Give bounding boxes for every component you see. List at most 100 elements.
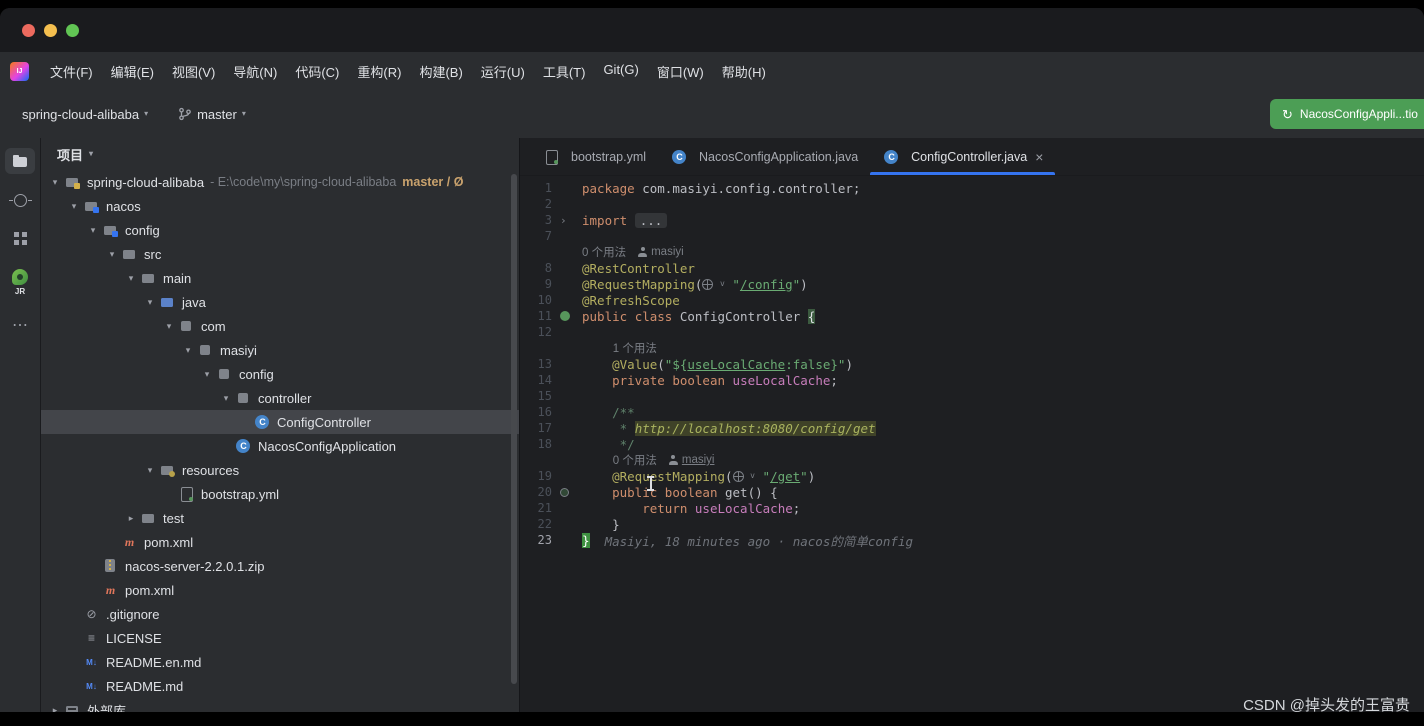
tree-item-nacos-server-2-2-0-1-zip[interactable]: nacos-server-2.2.0.1.zip	[41, 554, 519, 578]
code-token: masiyi	[651, 246, 684, 258]
zoom-button[interactable]	[66, 23, 79, 37]
code-line[interactable]: 12	[520, 324, 1424, 340]
chevron-right-icon[interactable]: ▸	[123, 513, 139, 524]
tree-item-test[interactable]: ▸ test	[41, 506, 519, 530]
chevron-down-icon[interactable]: ▾	[218, 393, 234, 404]
code-line[interactable]: 18 */	[520, 436, 1424, 452]
code-line[interactable]: 20 public boolean get() {	[520, 484, 1424, 500]
code-line[interactable]: 10 @RefreshScope	[520, 292, 1424, 308]
code-line[interactable]: 7	[520, 228, 1424, 244]
code-line[interactable]: 14 private boolean useLocalCache;	[520, 372, 1424, 388]
tree-item-java[interactable]: ▾ java	[41, 290, 519, 314]
code-line[interactable]: 19 @RequestMapping(v "/get ")	[520, 468, 1424, 484]
tree-item-config[interactable]: ▾ config	[41, 218, 519, 242]
tree-item-pom-xml[interactable]: m pom.xml	[41, 530, 519, 554]
tab-configcontroller-java[interactable]: C ConfigController.java ×	[870, 138, 1056, 175]
menu-item-3[interactable]: 视图(V)	[163, 57, 224, 86]
tree-item-pom-xml[interactable]: m pom.xml	[41, 578, 519, 602]
menu-item-4[interactable]: 导航(N)	[224, 57, 286, 86]
tree-item-readme-md[interactable]: M↓ README.md	[41, 674, 519, 698]
tab-nacosconfigapplication-java[interactable]: C NacosConfigApplication.java	[658, 138, 870, 175]
run-configuration-button[interactable]: ↻ NacosConfigAppli...tio	[1270, 99, 1424, 129]
minimize-button[interactable]	[44, 23, 57, 37]
tree-item-config[interactable]: ▾ config	[41, 362, 519, 386]
code-line[interactable]: 23} Masiyi, 18 minutes ago · nacos的简单con…	[520, 532, 1424, 549]
menu-item-12[interactable]: 帮助(H)	[713, 57, 775, 86]
chevron-down-icon[interactable]: ▾	[161, 321, 177, 332]
close-icon[interactable]: ×	[1035, 149, 1043, 165]
chevron-down-icon[interactable]: ▾	[104, 249, 120, 260]
chevron-down-icon[interactable]: ▾	[199, 369, 215, 380]
menu-item-1[interactable]: 文件(F)	[41, 57, 102, 86]
code-line[interactable]: 15	[520, 388, 1424, 404]
project-tree-scrollbar[interactable]	[511, 174, 517, 684]
tree-item-license[interactable]: ≡ LICENSE	[41, 626, 519, 650]
menu-item-2[interactable]: 编辑(E)	[102, 57, 163, 86]
chevron-down-icon[interactable]: ▾	[142, 465, 158, 476]
tree-item-nacos[interactable]: ▾ nacos	[41, 194, 519, 218]
tab-bootstrap-yml[interactable]: bootstrap.yml	[530, 138, 658, 175]
tree-item--gitignore[interactable]: ⊘ .gitignore	[41, 602, 519, 626]
menu-item-10[interactable]: Git(G)	[594, 57, 647, 86]
chevron-down-icon[interactable]: ▾	[180, 345, 196, 356]
tree-item-masiyi[interactable]: ▾ masiyi	[41, 338, 519, 362]
jrebel-icon	[12, 269, 28, 285]
project-selector[interactable]: spring-cloud-alibaba ▾	[14, 102, 156, 127]
spring-bean-gutter-icon[interactable]	[560, 311, 570, 321]
chevron-right-icon[interactable]: ▸	[47, 705, 63, 713]
code-line[interactable]: 3 › import ...	[520, 212, 1424, 228]
tree-item-com[interactable]: ▾ com	[41, 314, 519, 338]
code-line[interactable]: 17 * http://localhost:8080/config/get	[520, 420, 1424, 436]
chevron-down-icon[interactable]: ▾	[66, 201, 82, 212]
jrebel-plugin[interactable]: JR	[5, 264, 35, 301]
more-tool-windows[interactable]: ⋯	[5, 314, 35, 340]
project-panel-header[interactable]: 项目 ▾	[41, 138, 519, 170]
tree-item-readme-en-md[interactable]: M↓ README.en.md	[41, 650, 519, 674]
commit-tool-window[interactable]	[5, 187, 35, 212]
tree-item-bootstrap-yml[interactable]: bootstrap.yml	[41, 482, 519, 506]
tree-item-configcontroller[interactable]: C ConfigController	[41, 410, 519, 434]
tree-item-resources[interactable]: ▾ resources	[41, 458, 519, 482]
code-line[interactable]: 11 public class ConfigController {	[520, 308, 1424, 324]
tree-item-spring-cloud-alibaba[interactable]: ▾ spring-cloud-alibaba - E:\code\my\spring…	[41, 170, 519, 194]
menu-item-8[interactable]: 运行(U)	[472, 57, 534, 86]
code-token: @RestController	[582, 260, 695, 276]
chevron-down-icon[interactable]: ▾	[47, 177, 63, 188]
tree-markdown-icon: M↓	[86, 681, 97, 691]
chevron-down-icon[interactable]: ▾	[123, 273, 139, 284]
project-tool-window[interactable]	[5, 148, 35, 174]
code-token: /get	[770, 468, 801, 484]
code-line[interactable]: 21 return useLocalCache;	[520, 500, 1424, 516]
vcs-branch-widget[interactable]: master ▾	[170, 102, 254, 127]
request-mapping-gutter-icon[interactable]	[560, 487, 569, 497]
tree-item-nacosconfigapplication[interactable]: C NacosConfigApplication	[41, 434, 519, 458]
close-button[interactable]	[22, 23, 35, 37]
line-number: 12	[537, 325, 552, 339]
code-token: @Value	[612, 356, 658, 372]
structure-tool-window[interactable]	[5, 225, 35, 251]
code-token: )	[845, 356, 853, 372]
menu-item-7[interactable]: 构建(B)	[410, 57, 471, 86]
code-line[interactable]: 2	[520, 196, 1424, 212]
code-line[interactable]: 1 package com.masiyi.config.controller;	[520, 180, 1424, 196]
code-token: *	[619, 420, 635, 436]
tree-item-main[interactable]: ▾ main	[41, 266, 519, 290]
code-area[interactable]: 1 package com.masiyi.config.controller; 2 3…	[520, 176, 1424, 712]
tree-item--[interactable]: ▸ 外部库	[41, 698, 519, 712]
menu-item-5[interactable]: 代码(C)	[286, 57, 348, 86]
code-text: private boolean useLocalCache;	[582, 373, 838, 388]
code-line[interactable]: 8 @RestController	[520, 260, 1424, 276]
tree-item-src[interactable]: ▾ src	[41, 242, 519, 266]
chevron-down-icon[interactable]: ▾	[142, 297, 158, 308]
menu-item-11[interactable]: 窗口(W)	[648, 57, 713, 86]
fold-arrow-icon[interactable]: ›	[560, 214, 567, 227]
code-line[interactable]: 16 /**	[520, 404, 1424, 420]
tree-item-controller[interactable]: ▾ controller	[41, 386, 519, 410]
menu-item-9[interactable]: 工具(T)	[534, 57, 595, 86]
code-line[interactable]: 9 @RequestMapping(v "/config ")	[520, 276, 1424, 292]
code-line[interactable]: 13 @Value("${useLocalCache:false}")	[520, 356, 1424, 372]
menu-item-6[interactable]: 重构(R)	[348, 57, 410, 86]
chevron-down-icon[interactable]: ▾	[85, 225, 101, 236]
